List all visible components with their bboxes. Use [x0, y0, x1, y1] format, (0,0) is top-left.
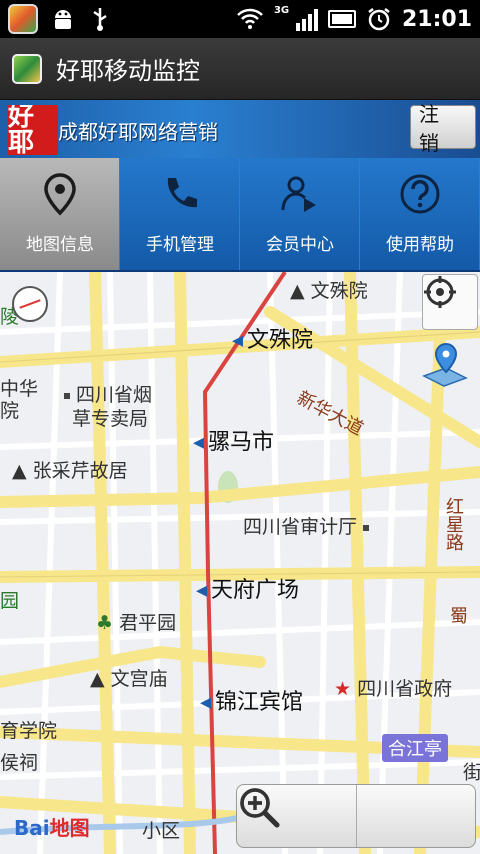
map-label: ▲ 文宫庙 [90, 668, 168, 690]
compass-icon[interactable] [12, 286, 48, 322]
company-name: 成都好耶网络营销 [58, 120, 218, 144]
map-label: 院 [0, 400, 20, 422]
status-bar: 3G 21:01 [0, 0, 480, 38]
map-label-hejiang: 合江亭 [382, 734, 448, 762]
title-bar: 好耶移动监控 [0, 38, 480, 100]
wifi-icon [237, 8, 263, 29]
map-label: 侯祠 [0, 752, 39, 774]
app-logo-icon [12, 53, 42, 84]
map-pin-icon [38, 172, 82, 216]
battery-icon [327, 10, 356, 28]
map-label: 草专卖局 [72, 408, 149, 430]
map-label: ◂ 文殊院 [232, 328, 314, 353]
baidu-logo: Bai地图 [14, 816, 90, 840]
map-label: ◂ 骡马市 [193, 430, 275, 455]
tab-member-center[interactable]: 会员中心 [240, 158, 360, 270]
map-label: 育学院 [0, 720, 58, 742]
map-label: 街 [460, 762, 480, 781]
signal-icon: 3G [273, 5, 318, 31]
tab-phone-manage[interactable]: 手机管理 [120, 158, 240, 270]
map-label: ★ 四川省政府 [334, 678, 453, 700]
member-icon [278, 172, 322, 216]
android-debug-icon [55, 10, 71, 29]
map-label: ▲ 文殊院 [290, 280, 368, 302]
zoom-in-button[interactable] [240, 785, 475, 847]
map-label: ▲ 张采芹故居 [12, 460, 128, 482]
banner: 好耶 成都好耶网络营销 注 销 [0, 100, 480, 158]
map-label: 红星路 [443, 497, 464, 551]
location-marker-icon[interactable] [420, 338, 470, 388]
network-label: 3G [273, 5, 290, 16]
map-label: ◂ 天府广场 [196, 578, 300, 603]
tab-help[interactable]: 使用帮助 [360, 158, 480, 270]
map-label: ♣ 君平园 [96, 612, 177, 634]
map-view[interactable]: ▲ 文殊院 ◂ 文殊院 四川省烟 草专卖局 新华大道 ◂ 骡马市 ▲ 张采芹故居 四… [0, 272, 480, 854]
map-label: 小区 [142, 820, 181, 842]
map-label: 蜀 [450, 606, 468, 627]
map-label: 四川省烟 [58, 380, 152, 407]
tab-label: 使用帮助 [386, 235, 454, 255]
clock: 21:01 [401, 6, 472, 32]
app-title: 好耶移动监控 [56, 57, 200, 85]
map-label: 四川省审计厅 [243, 512, 375, 539]
tab-label: 手机管理 [146, 235, 214, 255]
tab-map-info[interactable]: 地图信息 [0, 158, 120, 270]
map-label: ◂ 锦江宾馆 [200, 690, 304, 715]
usb-icon [93, 8, 107, 31]
zoom-in-icon [240, 788, 280, 828]
company-logo: 好耶 [8, 105, 58, 155]
app-icon [8, 4, 38, 34]
help-icon [398, 172, 442, 216]
tab-bar: 地图信息 手机管理 会员中心 使用帮助 [0, 158, 480, 272]
logout-button[interactable]: 注 销 [410, 102, 476, 155]
map-label: 园 [0, 590, 20, 612]
map-roads [0, 272, 480, 854]
tab-label: 会员中心 [266, 235, 334, 255]
crosshair-icon [424, 276, 456, 308]
alarm-icon [368, 8, 390, 31]
zoom-controls [236, 784, 476, 848]
phone-icon [158, 172, 202, 216]
tab-label: 地图信息 [26, 235, 94, 255]
locate-button[interactable] [422, 274, 478, 330]
